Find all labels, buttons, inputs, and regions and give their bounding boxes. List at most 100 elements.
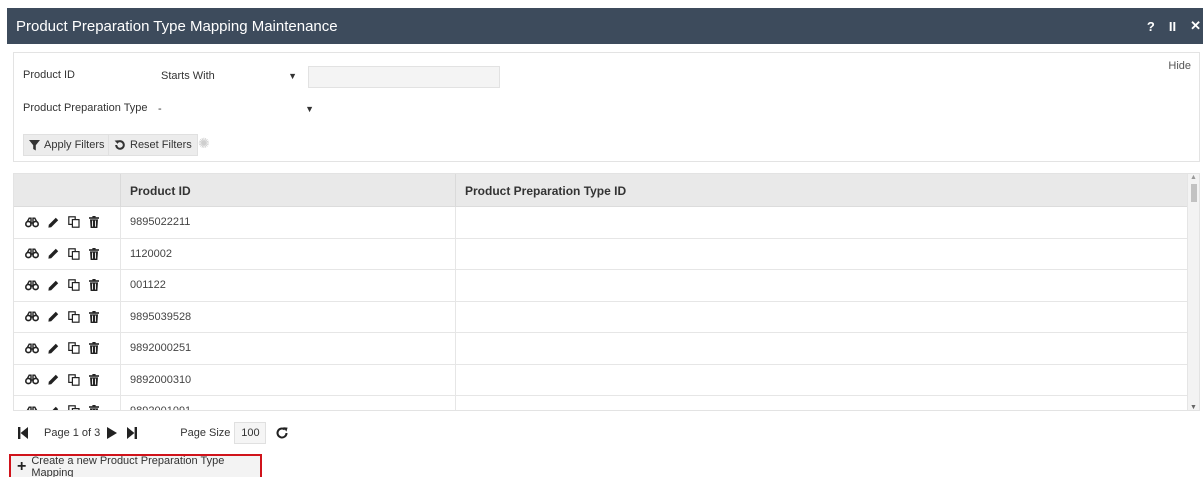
plus-icon: +: [17, 457, 27, 475]
copy-icon[interactable]: [68, 373, 80, 386]
first-page-icon[interactable]: [18, 427, 28, 439]
prep-type-id-cell: [456, 333, 1189, 364]
page-size-label: Page Size: [180, 427, 231, 439]
binoculars-icon[interactable]: [25, 248, 39, 259]
table-row[interactable]: 9895039528: [14, 301, 1189, 333]
help-button[interactable]: ?: [1147, 19, 1155, 34]
prep-type-label: Product Preparation Type: [23, 102, 148, 114]
row-actions-cell: [14, 207, 121, 238]
table-row[interactable]: 1120002: [14, 238, 1189, 270]
binoculars-icon[interactable]: [25, 217, 39, 228]
pencil-icon[interactable]: [48, 343, 59, 354]
binoculars-icon[interactable]: [25, 374, 39, 385]
product-id-operator-select[interactable]: Starts With ▼: [154, 65, 306, 87]
row-actions-cell: [14, 396, 121, 410]
table-row[interactable]: 9892000251: [14, 333, 1189, 365]
close-button[interactable]: ✕: [1190, 18, 1201, 34]
pencil-icon[interactable]: [48, 248, 59, 259]
copy-icon[interactable]: [68, 279, 80, 292]
prep-type-select[interactable]: - ▼: [151, 98, 323, 120]
row-actions-cell: [14, 270, 121, 301]
chevron-down-icon: ▼: [305, 104, 314, 114]
data-grid: Product ID Product Preparation Type ID 9…: [13, 173, 1200, 411]
pencil-icon[interactable]: [48, 280, 59, 291]
table-row[interactable]: 001122: [14, 270, 1189, 302]
product-id-cell: 9892000310: [121, 364, 456, 395]
chevron-down-icon: ▼: [288, 71, 297, 81]
table-row[interactable]: 9892000310: [14, 364, 1189, 396]
pencil-icon[interactable]: [48, 406, 59, 410]
product-id-cell: 9895022211: [121, 207, 456, 238]
window-titlebar: Product Preparation Type Mapping Mainten…: [7, 8, 1203, 44]
copy-icon[interactable]: [68, 342, 80, 355]
pencil-icon[interactable]: [48, 311, 59, 322]
trash-icon[interactable]: [89, 405, 99, 410]
table-row[interactable]: 9895022211: [14, 207, 1189, 239]
binoculars-icon[interactable]: [25, 280, 39, 291]
column-header-product-id[interactable]: Product ID: [121, 174, 456, 207]
loading-spinner-icon: ✺: [198, 135, 210, 151]
table-row[interactable]: 9892001091: [14, 396, 1189, 410]
column-header-prep-type-id[interactable]: Product Preparation Type ID: [456, 174, 1189, 207]
prep-type-id-cell: [456, 207, 1189, 238]
page-size-input[interactable]: 100: [234, 422, 267, 444]
prep-type-id-cell: [456, 365, 1189, 396]
filter-icon: [29, 139, 40, 151]
pencil-icon[interactable]: [48, 374, 59, 385]
scrollbar-thumb[interactable]: [1191, 184, 1197, 202]
trash-icon[interactable]: [89, 216, 99, 229]
trash-icon[interactable]: [89, 342, 99, 355]
binoculars-icon[interactable]: [25, 406, 39, 410]
binoculars-icon[interactable]: [25, 343, 39, 354]
grid-body: 9895022211 1120002 001122 9895039528 9892000…: [14, 207, 1189, 410]
page-indicator: Page 1 of 3: [44, 427, 101, 439]
product-id-cell: 1120002: [121, 238, 456, 269]
row-actions-cell: [14, 364, 121, 395]
trash-icon[interactable]: [89, 373, 99, 386]
next-page-icon[interactable]: [107, 427, 118, 439]
reset-filters-label: Reset Filters: [130, 139, 192, 151]
product-id-label: Product ID: [23, 69, 75, 81]
grid-header: Product ID Product Preparation Type ID: [14, 174, 1189, 207]
prep-type-id-cell: [456, 302, 1189, 333]
pager: Page 1 of 3 Page Size 100: [18, 422, 289, 444]
copy-icon[interactable]: [68, 216, 80, 229]
copy-icon[interactable]: [68, 405, 80, 410]
trash-icon[interactable]: [89, 247, 99, 260]
row-actions-cell: [14, 333, 121, 364]
product-id-operator-value: Starts With: [161, 70, 215, 82]
reset-icon: [114, 139, 126, 151]
product-id-cell: 9895039528: [121, 301, 456, 332]
product-id-cell: 001122: [121, 270, 456, 301]
row-actions-cell: [14, 238, 121, 269]
pause-button[interactable]: II: [1169, 19, 1176, 34]
copy-icon[interactable]: [68, 310, 80, 323]
hide-filters-link[interactable]: Hide: [1168, 60, 1191, 72]
binoculars-icon[interactable]: [25, 311, 39, 322]
scroll-up-icon[interactable]: ▲: [1190, 174, 1197, 181]
last-page-icon[interactable]: [127, 427, 138, 439]
refresh-icon[interactable]: [275, 426, 289, 440]
vertical-scrollbar[interactable]: ▲ ▼: [1187, 174, 1199, 410]
window-title: Product Preparation Type Mapping Mainten…: [16, 17, 338, 35]
prep-type-id-cell: [456, 239, 1189, 270]
scroll-down-icon[interactable]: ▼: [1190, 404, 1197, 410]
row-actions-cell: [14, 301, 121, 332]
trash-icon[interactable]: [89, 310, 99, 323]
prep-type-id-cell: [456, 270, 1189, 301]
trash-icon[interactable]: [89, 279, 99, 292]
product-id-cell: 9892001091: [121, 396, 456, 410]
product-id-cell: 9892000251: [121, 333, 456, 364]
reset-filters-button[interactable]: Reset Filters: [108, 134, 198, 156]
copy-icon[interactable]: [68, 247, 80, 260]
prep-type-id-cell: [456, 396, 1189, 410]
pencil-icon[interactable]: [48, 217, 59, 228]
create-mapping-label: Create a new Product Preparation Type Ma…: [31, 454, 225, 477]
prep-type-value: -: [158, 103, 162, 115]
apply-filters-button[interactable]: Apply Filters: [23, 134, 111, 156]
product-id-input[interactable]: [308, 66, 500, 88]
column-header-actions: [14, 174, 121, 207]
create-mapping-button[interactable]: + Create a new Product Preparation Type …: [9, 454, 262, 477]
filter-panel: Product ID Starts With ▼ Product Prepara…: [13, 52, 1200, 162]
apply-filters-label: Apply Filters: [44, 139, 105, 151]
